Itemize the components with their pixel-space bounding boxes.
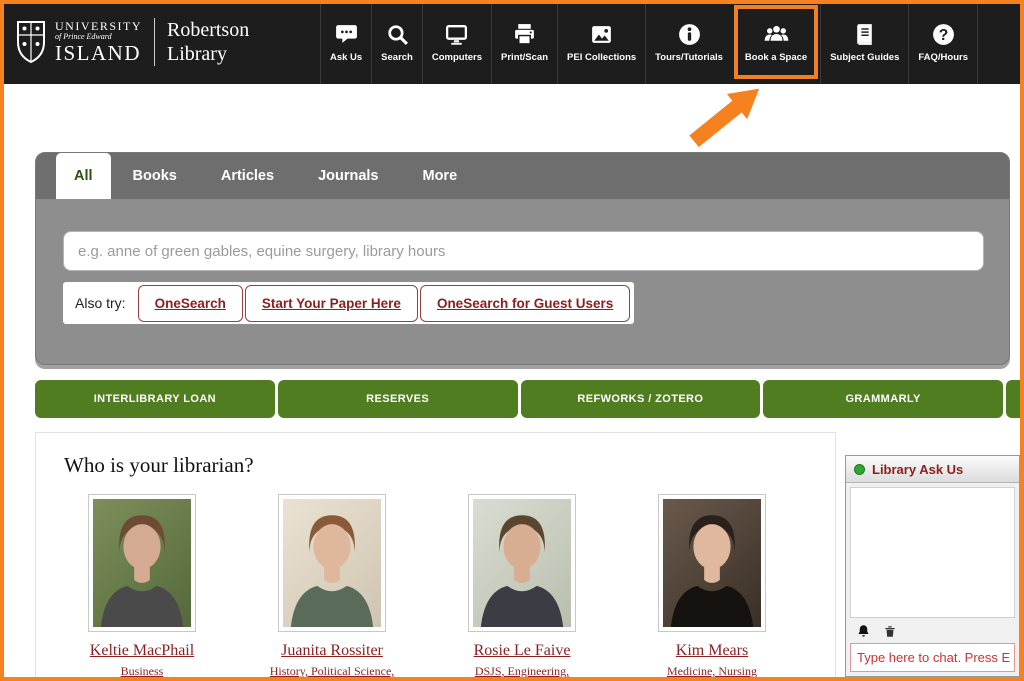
library-search-input[interactable] [63, 231, 984, 271]
image-icon [589, 22, 614, 47]
librarian-subjects-link[interactable]: Business [67, 664, 217, 680]
portrait-photo [93, 499, 191, 627]
grammarly-button[interactable]: GRAMMARLY [763, 380, 1003, 418]
header-nav: Ask Us Search Computers Print/Scan [320, 0, 1024, 84]
tab-articles[interactable]: Articles [199, 153, 296, 199]
chat-input[interactable]: Type here to chat. Press E [850, 643, 1015, 672]
librarian-photo[interactable] [658, 494, 766, 632]
nav-item-faq-hours[interactable]: ? FAQ/Hours [908, 0, 978, 84]
upei-shield-icon [16, 19, 46, 65]
librarian-photo[interactable] [278, 494, 386, 632]
nav-label: FAQ/Hours [918, 52, 968, 63]
info-icon [677, 22, 702, 47]
annotation-arrow [668, 88, 768, 158]
librarian-card: Kim Mears Medicine, Nursing [637, 494, 787, 681]
nav-label: Subject Guides [830, 52, 899, 63]
start-your-paper-link[interactable]: Start Your Paper Here [245, 285, 418, 322]
librarian-name-link[interactable]: Rosie Le Faive [447, 642, 597, 660]
book-icon [852, 22, 877, 47]
search-tab-bar: All Books Articles Journals More [36, 153, 1009, 199]
printer-icon [512, 22, 537, 47]
librarian-photo[interactable] [88, 494, 196, 632]
brand-logo[interactable]: UNIVERSITY of Prince Edward ISLAND Rober… [0, 0, 249, 84]
nav-label: PEI Collections [567, 52, 636, 63]
portrait-photo [473, 499, 571, 627]
university-word-top: UNIVERSITY [55, 20, 142, 32]
interlibrary-loan-button[interactable]: INTERLIBRARY LOAN [35, 380, 275, 418]
librarian-photo[interactable] [468, 494, 576, 632]
tab-books[interactable]: Books [111, 153, 199, 199]
brand-divider [154, 18, 155, 66]
nav-label: Print/Scan [501, 52, 548, 63]
librarian-cards: Keltie MacPhail Business Juanita Rossite… [36, 494, 835, 681]
librarian-card: Rosie Le Faive DSJS, Engineering, Mathem… [447, 494, 597, 681]
nav-item-tours-tutorials[interactable]: Tours/Tutorials [645, 0, 732, 84]
librarian-name-link[interactable]: Kim Mears [637, 642, 787, 660]
also-try-label: Also try: [75, 295, 126, 311]
bell-icon[interactable] [856, 624, 871, 639]
onesearch-guest-link[interactable]: OneSearch for Guest Users [420, 285, 630, 322]
nav-item-search[interactable]: Search [371, 0, 422, 84]
librarian-card: Juanita Rossiter History, Political Scie… [257, 494, 407, 681]
quick-links-row: INTERLIBRARY LOAN RESERVES REFWORKS / ZO… [35, 380, 1020, 418]
onesearch-link[interactable]: OneSearch [138, 285, 243, 322]
nav-label: Tours/Tutorials [655, 52, 723, 63]
chat-header[interactable]: Library Ask Us [846, 456, 1019, 483]
university-wordmark: UNIVERSITY of Prince Edward ISLAND [55, 20, 142, 64]
nav-item-subject-guides[interactable]: Subject Guides [820, 0, 908, 84]
librarian-subjects-link[interactable]: Medicine, Nursing [637, 664, 787, 680]
librarian-section: Who is your librarian? Keltie MacPhail B… [35, 432, 836, 681]
svg-text:?: ? [938, 27, 948, 44]
search-panel: All Books Articles Journals More Also tr… [35, 152, 1010, 365]
chat-message-area [850, 487, 1015, 618]
question-icon: ? [931, 22, 956, 47]
nav-item-ask-us[interactable]: Ask Us [320, 0, 371, 84]
nav-item-book-a-space[interactable]: Book a Space [734, 5, 818, 79]
librarian-name-link[interactable]: Juanita Rossiter [257, 642, 407, 660]
nav-label: Search [381, 52, 413, 63]
university-word-bottom: ISLAND [55, 43, 142, 64]
librarian-card: Keltie MacPhail Business [67, 494, 217, 681]
nav-label: Ask Us [330, 52, 362, 63]
librarian-subjects-link[interactable]: History, Political Science, Island Studi… [257, 664, 407, 681]
tab-journals[interactable]: Journals [296, 153, 400, 199]
nav-label: Book a Space [745, 52, 807, 63]
quick-link-partial[interactable] [1006, 380, 1020, 418]
library-name-line2: Library [167, 42, 249, 66]
librarian-subjects-link[interactable]: DSJS, Engineering, Mathematics and more.… [447, 664, 597, 681]
ask-us-chat-icon [334, 22, 359, 47]
nav-item-print-scan[interactable]: Print/Scan [491, 0, 557, 84]
portrait-photo [283, 499, 381, 627]
university-word-mid: of Prince Edward [55, 33, 142, 41]
chat-widget: Library Ask Us Type here to chat. Press … [845, 455, 1020, 677]
also-try-bar: Also try: OneSearch Start Your Paper Her… [63, 282, 634, 324]
library-name: Robertson Library [167, 18, 249, 66]
nav-item-computers[interactable]: Computers [422, 0, 491, 84]
refworks-zotero-button[interactable]: REFWORKS / ZOTERO [521, 380, 761, 418]
site-header: UNIVERSITY of Prince Edward ISLAND Rober… [0, 0, 1024, 84]
online-status-icon [854, 464, 865, 475]
reserves-button[interactable]: RESERVES [278, 380, 518, 418]
search-icon [385, 22, 410, 47]
trash-icon[interactable] [883, 624, 897, 639]
section-heading: Who is your librarian? [64, 453, 835, 478]
library-name-line1: Robertson [167, 18, 249, 42]
nav-label: Computers [432, 52, 482, 63]
nav-item-pei-collections[interactable]: PEI Collections [557, 0, 645, 84]
computers-icon [444, 22, 469, 47]
chat-title: Library Ask Us [872, 462, 963, 477]
tab-more[interactable]: More [401, 153, 480, 199]
people-icon [764, 22, 789, 47]
portrait-photo [663, 499, 761, 627]
library-homepage: UNIVERSITY of Prince Edward ISLAND Rober… [0, 0, 1024, 681]
librarian-name-link[interactable]: Keltie MacPhail [67, 642, 217, 660]
chat-toolbar [846, 622, 1019, 641]
tab-all[interactable]: All [56, 153, 111, 199]
